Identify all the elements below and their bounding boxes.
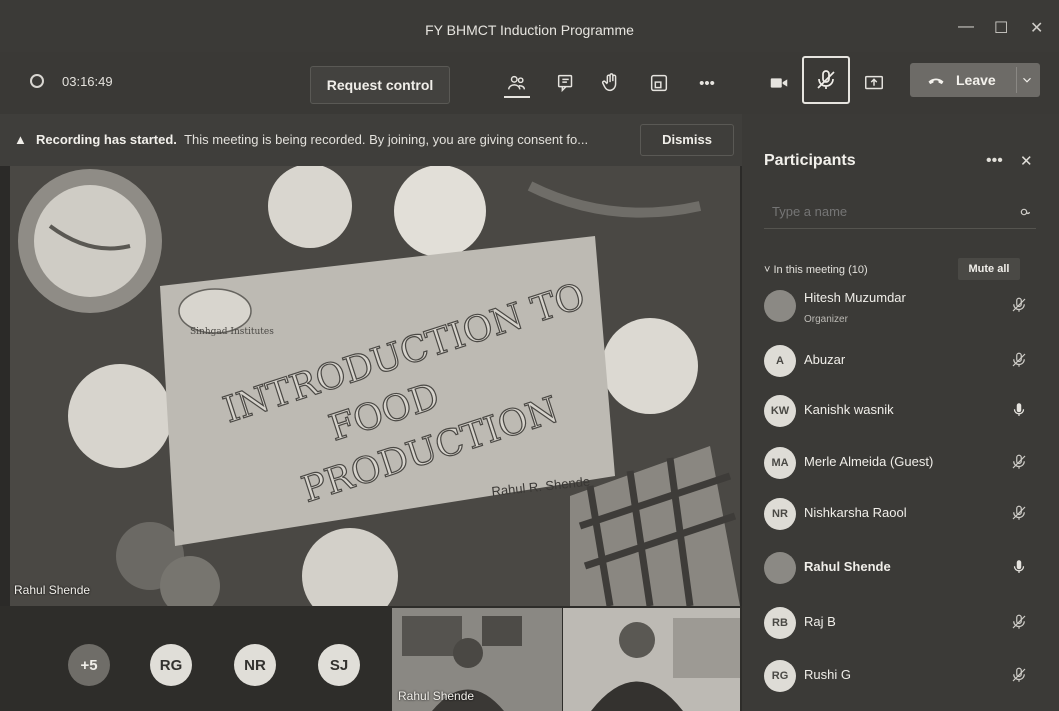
window-title: FY BHMCT Induction Programme — [425, 22, 634, 38]
mic-off-icon[interactable] — [1010, 351, 1028, 369]
participant-role: Organizer — [804, 314, 848, 325]
recording-notice-title: Recording has started. — [36, 132, 177, 147]
participants-title: Participants — [764, 152, 856, 169]
rooms-icon[interactable] — [646, 70, 672, 96]
participant-avatar: KW — [764, 395, 796, 427]
participant-avatar: RB — [764, 607, 796, 639]
leave-label: Leave — [956, 72, 996, 88]
mute-microphone-button[interactable] — [802, 56, 850, 104]
participant-name: Rahul Shende — [804, 559, 891, 574]
in-meeting-count: In this meeting (10) — [773, 264, 868, 276]
mic-off-icon[interactable] — [1010, 666, 1028, 684]
participant-name: Nishkarsha Raool — [804, 505, 907, 520]
invite-icon[interactable] — [1016, 204, 1032, 220]
in-meeting-section-label[interactable]: ˅ In this meeting (10) — [764, 264, 868, 276]
participant-avatar — [764, 290, 796, 322]
participant-row[interactable]: KW Kanishk wasnik — [742, 389, 1059, 435]
chat-icon[interactable] — [553, 70, 579, 96]
people-icon[interactable] — [504, 70, 530, 98]
participant-name: Kanishk wasnik — [804, 402, 894, 417]
participant-row[interactable]: RG Rushi G — [742, 654, 1059, 700]
participant-avatar — [764, 552, 796, 584]
camera-icon[interactable] — [766, 70, 792, 96]
recording-notice: Recording has started. This meeting is b… — [36, 132, 588, 147]
leave-button[interactable]: Leave — [910, 63, 1040, 97]
participant-name: Rushi G — [804, 667, 851, 682]
more-participants-avatar[interactable]: +5 — [68, 644, 110, 686]
presenter-name-label: Rahul Shende — [14, 583, 91, 597]
mic-off-icon[interactable] — [1010, 453, 1028, 471]
mute-all-button[interactable]: Mute all — [958, 258, 1020, 280]
mic-off-icon[interactable] — [1010, 504, 1028, 522]
participant-avatar: RG — [764, 660, 796, 692]
participant-search — [764, 200, 1036, 229]
panel-more-icon[interactable]: ••• — [986, 152, 1003, 170]
leave-divider — [1016, 67, 1017, 93]
participant-avatar-sj[interactable]: SJ — [318, 644, 360, 686]
participant-name: Raj B — [804, 614, 836, 629]
participant-avatar: A — [764, 345, 796, 377]
recording-timer-icon — [30, 74, 44, 88]
participant-row[interactable]: MA Merle Almeida (Guest) — [742, 441, 1059, 487]
video-feed-2 — [563, 608, 740, 711]
participants-panel: Participants ••• ✕ ˅ In this meeting (10… — [742, 114, 1059, 711]
raise-hand-icon[interactable] — [598, 70, 624, 96]
mic-off-icon[interactable] — [1010, 613, 1028, 631]
maximize-button[interactable]: ☐ — [994, 18, 1008, 38]
request-control-button[interactable]: Request control — [310, 66, 450, 104]
more-options-icon[interactable]: ••• — [694, 70, 720, 96]
participant-name: Merle Almeida (Guest) — [804, 454, 934, 469]
slide-logo-text: Sinhgad Institutes — [190, 327, 274, 337]
minimize-button[interactable]: — — [958, 18, 974, 36]
participant-avatar-rg[interactable]: RG — [150, 644, 192, 686]
participant-row[interactable]: Hitesh Muzumdar Organizer — [742, 284, 1059, 330]
shared-content-stage: Sinhgad Institutes INTRODUCTION TO FOOD … — [10, 166, 740, 606]
participant-name: Abuzar — [804, 352, 846, 367]
participant-name: Hitesh Muzumdar — [804, 290, 906, 305]
participant-row[interactable]: RB Raj B — [742, 601, 1059, 647]
close-window-button[interactable]: ✕ — [1030, 18, 1043, 38]
video-name-label: Rahul Shende — [398, 689, 475, 703]
share-screen-icon[interactable] — [861, 70, 887, 96]
participant-avatar: NR — [764, 498, 796, 530]
warning-icon: ▲ — [14, 132, 27, 147]
video-tile-2[interactable] — [563, 608, 740, 711]
meeting-toolbar: 03:16:49 Request control ••• — [0, 52, 1059, 114]
mic-off-icon[interactable] — [1010, 296, 1028, 314]
participant-avatar: MA — [764, 447, 796, 479]
participant-row[interactable]: Rahul Shende — [742, 546, 1059, 592]
participant-search-input[interactable] — [764, 200, 1010, 223]
meeting-timer: 03:16:49 — [62, 74, 113, 89]
dismiss-button[interactable]: Dismiss — [640, 124, 734, 156]
mic-on-icon[interactable] — [1010, 401, 1028, 419]
recording-notice-text: This meeting is being recorded. By joini… — [184, 132, 589, 147]
chevron-down-icon[interactable] — [1020, 73, 1034, 87]
presentation-slide: Sinhgad Institutes INTRODUCTION TO FOOD … — [10, 166, 740, 606]
panel-close-icon[interactable]: ✕ — [1020, 152, 1033, 170]
participant-avatar-nr[interactable]: NR — [234, 644, 276, 686]
recording-banner: ▲ Recording has started. This meeting is… — [0, 114, 742, 166]
participant-row[interactable]: NR Nishkarsha Raool — [742, 492, 1059, 538]
phone-icon — [928, 78, 944, 85]
mic-on-icon[interactable] — [1010, 558, 1028, 576]
title-bar: FY BHMCT Induction Programme — ☐ ✕ — [0, 0, 1059, 52]
mic-off-icon — [817, 70, 835, 89]
participant-row[interactable]: A Abuzar — [742, 339, 1059, 385]
